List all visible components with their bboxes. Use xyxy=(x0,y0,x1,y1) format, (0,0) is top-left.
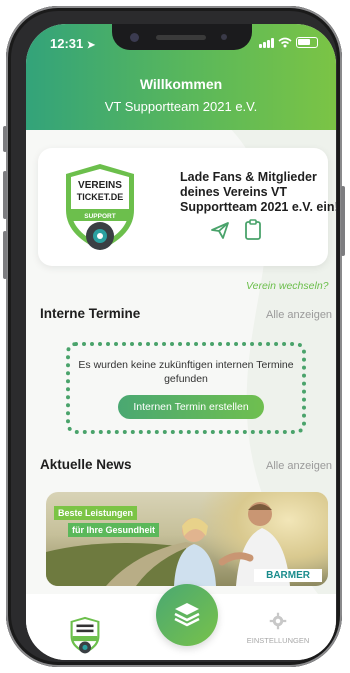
volume-up-button xyxy=(3,171,7,219)
tab-home-logo[interactable] xyxy=(68,616,102,656)
battery-icon xyxy=(296,37,318,48)
volume-down-button xyxy=(3,231,7,279)
mute-switch xyxy=(3,126,7,152)
location-arrow-icon: ➤ xyxy=(86,40,96,51)
banner-tag-1: Beste Leistungen xyxy=(54,506,138,520)
phone-frame: 12:31 ➤ Willkommen VT Supportteam 2021 e… xyxy=(3,6,345,667)
invite-text: Lade Fans & Mitglieder deines Vereins VT… xyxy=(180,170,336,214)
logo-line2: TICKET.DE xyxy=(77,192,124,202)
news-show-all[interactable]: Alle anzeigen xyxy=(266,460,332,472)
tab-settings[interactable]: EINSTELLUNGEN xyxy=(236,612,320,645)
barmer-logo: BARMER xyxy=(254,569,322,582)
power-button xyxy=(341,186,345,256)
layers-button[interactable] xyxy=(156,584,218,646)
switch-club-link[interactable]: Verein wechseln? xyxy=(246,280,329,292)
earpiece xyxy=(156,35,206,40)
create-internal-event-button[interactable]: Internen Termin erstellen xyxy=(118,395,264,419)
status-indicators xyxy=(259,37,318,48)
news-card[interactable]: Beste Leistungen für Ihre Gesundheit BAR… xyxy=(46,492,328,586)
settings-label: EINSTELLUNGEN xyxy=(246,636,310,645)
empty-events-message: Es wurden keine zukünftigen internen Ter… xyxy=(78,359,294,385)
wifi-icon xyxy=(278,37,292,48)
internal-events-show-all[interactable]: Alle anzeigen xyxy=(266,309,332,321)
logo-ribbon: SUPPORT xyxy=(84,213,115,220)
welcome-title: Willkommen xyxy=(139,76,223,92)
sensor xyxy=(221,34,227,40)
app-screen: 12:31 ➤ Willkommen VT Supportteam 2021 e… xyxy=(26,24,336,660)
club-name: VT Supportteam 2021 e.V. xyxy=(104,99,258,114)
front-camera xyxy=(130,33,139,42)
app-header: 12:31 ➤ Willkommen VT Supportteam 2021 e… xyxy=(26,24,336,130)
clipboard-icon[interactable] xyxy=(244,219,262,240)
tab-bar: EINSTELLUNGEN xyxy=(26,584,336,660)
gear-icon xyxy=(269,612,287,630)
signal-icon xyxy=(259,37,274,48)
banner-tag-2: für Ihre Gesundheit xyxy=(68,523,160,537)
invite-card[interactable]: VEREINS TICKET.DE SUPPORT Lade Fans & Mi… xyxy=(38,148,336,266)
send-icon[interactable] xyxy=(210,220,230,240)
status-time: 12:31 ➤ xyxy=(50,36,96,51)
logo-line1: VEREINS xyxy=(78,180,122,191)
layers-icon xyxy=(174,603,200,627)
empty-events-box: Es wurden keine zukünftigen internen Ter… xyxy=(66,342,306,434)
news-title: Aktuelle News xyxy=(40,457,132,472)
internal-events-title: Interne Termine xyxy=(40,306,141,321)
vereinsticket-logo: VEREINS TICKET.DE SUPPORT xyxy=(66,164,134,250)
